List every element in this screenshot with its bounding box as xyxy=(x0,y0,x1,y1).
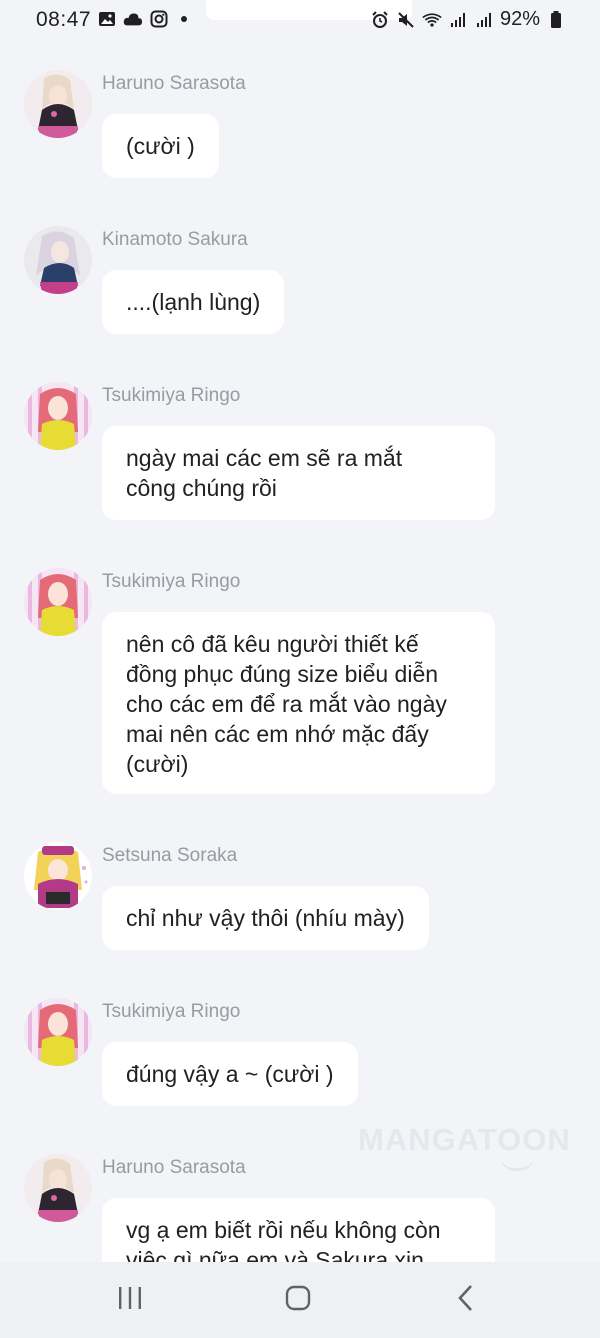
cloud-icon xyxy=(123,9,143,29)
battery-icon xyxy=(546,10,566,30)
message-text-line: (cười) xyxy=(126,751,189,777)
message-text-line: mai nên các em nhớ mặc đấy xyxy=(126,721,429,747)
signal-icon xyxy=(474,10,494,30)
message-text-line: nên cô đã kêu người thiết kế xyxy=(126,631,419,657)
message-bubble[interactable]: ngày mai các em sẽ ra mắt công chúng rồi xyxy=(102,426,495,520)
message-bubble[interactable]: ....(lạnh lùng) xyxy=(102,270,285,334)
battery-percent: 92% xyxy=(499,8,540,30)
watermark: MANGATOON xyxy=(358,1122,571,1157)
message-text-line: công chúng rồi xyxy=(126,475,277,501)
message-bubble[interactable]: vg ạ em biết rồi nếu không còn việc gì n… xyxy=(102,1198,495,1262)
sender-name: Setsuna Soraka xyxy=(102,845,238,866)
sender-name: Tsukimiya Ringo xyxy=(102,1001,241,1022)
ringo-avatar[interactable] xyxy=(24,568,92,636)
haruno-avatar[interactable] xyxy=(24,1154,92,1222)
sender-name: Tsukimiya Ringo xyxy=(102,385,241,406)
signal-icon xyxy=(448,10,468,30)
status-left-icons xyxy=(97,9,187,29)
back-icon xyxy=(457,1284,475,1317)
message-bubble[interactable]: (cười ) xyxy=(102,114,219,178)
sender-name: Haruno Sarasota xyxy=(102,1157,246,1178)
haruno-avatar[interactable] xyxy=(24,70,92,138)
message-bubble[interactable]: đúng vậy a ~ (cười ) xyxy=(102,1042,358,1106)
chat-list[interactable]: Haruno Sarasota (cười ) Kinamoto Sakura … xyxy=(0,0,600,1262)
alarm-icon xyxy=(370,10,390,30)
status-bar: 08:47 92% xyxy=(0,0,600,42)
message-text-line: đồng phục đúng size biểu diễn xyxy=(126,661,439,687)
instagram-icon xyxy=(149,9,169,29)
status-time: 08:47 xyxy=(36,8,92,31)
gallery-icon xyxy=(97,9,117,29)
sakura-avatar[interactable] xyxy=(24,226,92,294)
sender-name: Haruno Sarasota xyxy=(102,73,246,94)
sender-name: Tsukimiya Ringo xyxy=(102,571,241,592)
wifi-icon xyxy=(422,10,442,30)
home-button[interactable] xyxy=(272,1282,324,1318)
home-icon xyxy=(285,1285,311,1316)
message-bubble[interactable]: nên cô đã kêu người thiết kế đồng phục đ… xyxy=(102,612,495,794)
message-text-line: ngày mai các em sẽ ra mắt xyxy=(126,445,403,471)
soraka-avatar[interactable] xyxy=(24,842,92,910)
back-button[interactable] xyxy=(440,1282,492,1318)
watermark-smile-icon xyxy=(500,1156,534,1171)
status-right-icons: 92% xyxy=(370,8,566,31)
recent-apps-button[interactable] xyxy=(104,1282,156,1318)
message-text-line: vg ạ em biết rồi nếu không còn xyxy=(126,1217,441,1243)
message-text-line: việc gì nữa em và Sakura xin xyxy=(126,1247,424,1262)
mute-icon xyxy=(396,10,416,30)
message-bubble[interactable]: chỉ như vậy thôi (nhíu mày) xyxy=(102,886,429,950)
sender-name: Kinamoto Sakura xyxy=(102,229,248,250)
recent-apps-icon xyxy=(117,1286,143,1315)
notification-dot xyxy=(181,16,187,22)
ringo-avatar[interactable] xyxy=(24,998,92,1066)
message-text: (cười ) xyxy=(126,133,195,159)
message-text-line: cho các em để ra mắt vào ngày xyxy=(126,691,447,717)
ringo-avatar[interactable] xyxy=(24,382,92,450)
message-text: ....(lạnh lùng) xyxy=(126,289,261,315)
message-text: đúng vậy a ~ (cười ) xyxy=(126,1061,334,1087)
message-text: chỉ như vậy thôi (nhíu mày) xyxy=(126,905,405,931)
navigation-bar xyxy=(0,1262,600,1338)
